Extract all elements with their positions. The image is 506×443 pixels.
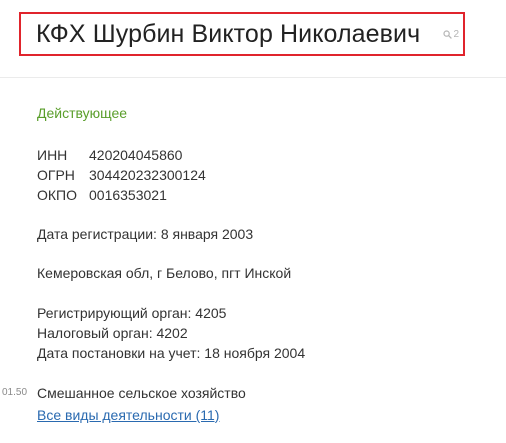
header-divider [0,77,506,78]
company-card: КФХ Шурбин Виктор Николаевич 2 Действующ… [0,0,506,443]
all-activities-link[interactable]: Все виды деятельности (11) [37,407,219,423]
activity-name: Смешанное сельское хозяйство [37,385,246,401]
identifier-row-inn: ИНН 420204045860 [37,145,206,165]
registering-authority: Регистрирующий орган: 4205 [37,305,227,321]
title-highlight-box: КФХ Шурбин Виктор Николаевич 2 [19,12,465,56]
identifier-label: ИНН [37,147,68,163]
registration-date: Дата регистрации: 8 января 2003 [37,226,254,242]
identifier-value: 420204045860 [89,147,183,163]
identifier-row-okpo: ОКПО 0016353021 [37,185,206,205]
search-icon [443,30,453,39]
identifier-value: 304420232300124 [89,167,206,183]
activity-code: 01.50 [2,387,28,398]
identifier-row-ogrn: ОГРН 304420232300124 [37,165,206,185]
search-count: 2 [453,29,459,40]
identifiers-list: ИНН 420204045860 ОГРН 304420232300124 ОК… [37,145,206,205]
status-label: Действующее [37,105,128,121]
search-count-hint[interactable]: 2 [443,29,459,40]
company-title: КФХ Шурбин Виктор Николаевич [36,20,421,48]
address: Кемеровская обл, г Белово, пгт Инской [37,265,292,281]
tax-authority: Налоговый орган: 4202 [37,325,188,341]
identifier-label: ОГРН [37,167,75,183]
identifier-label: ОКПО [37,187,77,203]
identifier-value: 0016353021 [89,187,167,203]
registration-record-date: Дата постановки на учет: 18 ноября 2004 [37,345,306,361]
